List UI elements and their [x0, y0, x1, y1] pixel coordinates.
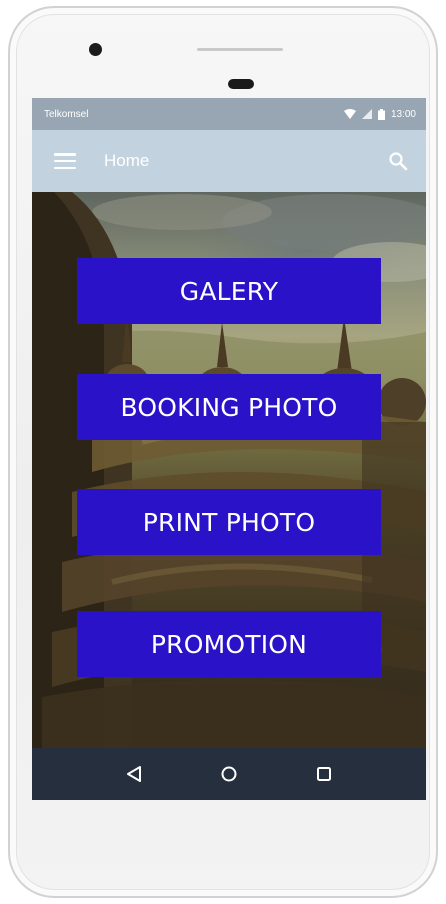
carrier-label: Telkomsel	[44, 108, 89, 120]
earpiece	[228, 79, 254, 89]
home-icon	[221, 766, 237, 782]
recents-button[interactable]	[312, 762, 336, 786]
back-icon	[127, 766, 142, 782]
search-icon[interactable]	[388, 151, 408, 171]
recents-icon	[316, 767, 331, 781]
navigation-bar	[32, 748, 426, 800]
promotion-button[interactable]: PROMOTION	[77, 611, 381, 677]
print-photo-button[interactable]: PRINT PHOTO	[77, 489, 381, 555]
status-bar: Telkomsel 13:00	[32, 98, 426, 130]
wifi-icon	[343, 109, 356, 119]
front-camera	[89, 43, 102, 56]
status-time: 13:00	[390, 108, 416, 120]
status-icons: 13:00	[343, 108, 416, 120]
galery-button[interactable]: GALERY	[77, 258, 381, 324]
signal-icon	[361, 109, 372, 119]
top-speaker-grille	[197, 48, 283, 51]
home-button[interactable]	[217, 762, 241, 786]
back-button[interactable]	[122, 762, 146, 786]
app-bar: Home	[32, 130, 426, 192]
phone-screen: Telkomsel 13:00 Home GALERY BOOKING PHOT…	[32, 98, 426, 800]
battery-icon	[377, 108, 385, 120]
background-photo: GALERY BOOKING PHOTO PRINT PHOTO PROMOTI…	[32, 192, 426, 748]
app-title: Home	[104, 151, 150, 170]
booking-photo-button[interactable]: BOOKING PHOTO	[77, 374, 381, 440]
hamburger-menu-icon[interactable]	[54, 153, 76, 169]
